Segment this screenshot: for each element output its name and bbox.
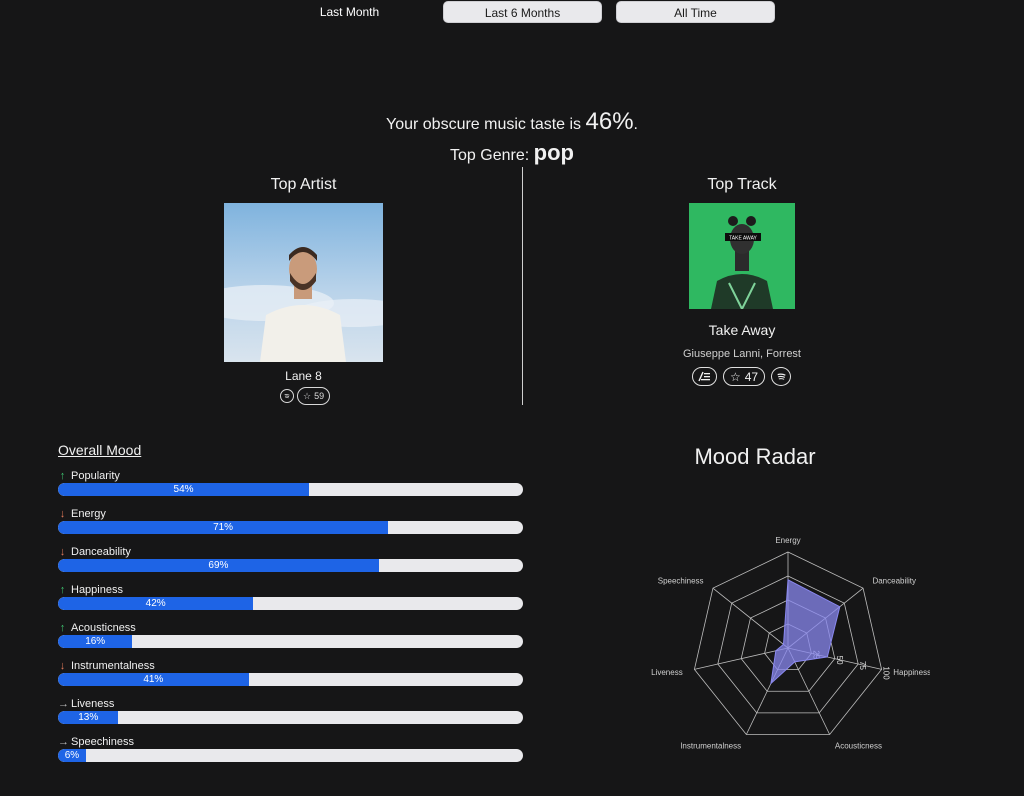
mood-bar: 13% bbox=[58, 711, 523, 724]
arrow-right-icon: → bbox=[58, 736, 69, 748]
tab-all-time[interactable]: All Time bbox=[616, 1, 775, 23]
mood-bar: 6% bbox=[58, 749, 523, 762]
mood-instrumentalness: ↓ Instrumentalness 41% bbox=[58, 659, 523, 686]
star-icon: ☆ bbox=[729, 369, 741, 384]
mood-bar: 16% bbox=[58, 635, 523, 648]
mood-label: Popularity bbox=[71, 470, 120, 482]
mood-happiness: ↑ Happiness 42% bbox=[58, 583, 523, 610]
mood-bar-fill: 41% bbox=[58, 673, 249, 686]
genre-value: pop bbox=[533, 140, 574, 165]
obscure-taste-text: Your obscure music taste is 46%. bbox=[0, 108, 1024, 136]
mood-energy: ↓ Energy 71% bbox=[58, 507, 523, 534]
arrow-up-icon: ↑ bbox=[59, 584, 66, 596]
star-icon: ☆ bbox=[303, 390, 312, 401]
mood-bar-fill: 6% bbox=[58, 749, 86, 762]
artist-popularity: 59 bbox=[314, 391, 325, 401]
arrow-down-icon: ↓ bbox=[59, 660, 66, 672]
obscure-prefix: Your obscure music taste is bbox=[386, 116, 586, 133]
tab-last-6-months[interactable]: Last 6 Months bbox=[443, 1, 602, 23]
mood-label: Happiness bbox=[71, 584, 123, 596]
mood-bar: 41% bbox=[58, 673, 523, 686]
overall-mood-title: Overall Mood bbox=[58, 442, 142, 458]
mood-bar: 54% bbox=[58, 483, 523, 496]
mood-label: Danceability bbox=[71, 546, 131, 558]
mood-label: Speechiness bbox=[71, 736, 134, 748]
section-divider bbox=[522, 167, 523, 405]
mood-bar: 69% bbox=[58, 559, 523, 572]
arrow-down-icon: ↓ bbox=[59, 546, 66, 558]
mood-bar-fill: 71% bbox=[58, 521, 389, 534]
radar-axis-label: Happiness bbox=[893, 668, 930, 677]
mood-popularity: ↑ Popularity 54% bbox=[58, 469, 523, 496]
obscure-percent: 46% bbox=[585, 108, 634, 135]
track-cover[interactable]: TAKE AWAY bbox=[689, 203, 795, 309]
top-track-title: Top Track bbox=[707, 176, 777, 193]
tab-last-month[interactable]: Last Month bbox=[270, 1, 429, 23]
spotify-icon[interactable] bbox=[771, 367, 791, 386]
mood-label: Energy bbox=[71, 508, 106, 520]
artist-name[interactable]: Lane 8 bbox=[224, 369, 383, 383]
mood-bar-fill: 69% bbox=[58, 559, 379, 572]
mood-bar-fill: 42% bbox=[58, 597, 254, 610]
track-popularity: 47 bbox=[744, 369, 759, 384]
mood-bar: 42% bbox=[58, 597, 523, 610]
top-artist-title: Top Artist bbox=[270, 176, 337, 193]
radar-axis-label: Danceability bbox=[872, 577, 916, 586]
obscure-suffix: . bbox=[633, 116, 638, 133]
mood-danceability: ↓ Danceability 69% bbox=[58, 545, 523, 572]
arrow-down-icon: ↓ bbox=[59, 508, 66, 520]
radar-scale-tick: 50 bbox=[835, 656, 844, 665]
arrow-up-icon: ↑ bbox=[59, 622, 66, 634]
mood-speechiness: → Speechiness 6% bbox=[58, 735, 523, 762]
mood-acousticness: ↑ Acousticness 16% bbox=[58, 621, 523, 648]
radar-axis-label: Instrumentalness bbox=[680, 741, 741, 750]
radar-data-polygon bbox=[770, 579, 841, 685]
mood-label: Acousticness bbox=[71, 622, 136, 634]
mood-bar: 71% bbox=[58, 521, 523, 534]
radar-axis-label: Liveness bbox=[651, 668, 683, 677]
spotify-icon[interactable] bbox=[280, 389, 294, 403]
mood-radar-title: Mood Radar bbox=[694, 444, 816, 469]
mood-bar-fill: 16% bbox=[58, 635, 133, 648]
arrow-right-icon: → bbox=[58, 698, 69, 710]
radar-spoke bbox=[712, 587, 789, 649]
lyrics-icon[interactable] bbox=[692, 367, 717, 386]
track-popularity-pill[interactable]: ☆ 47 bbox=[723, 367, 765, 386]
mood-liveness: → Liveness 13% bbox=[58, 697, 523, 724]
radar-scale-tick: 100 bbox=[882, 666, 891, 680]
radar-axis-label: Acousticness bbox=[835, 741, 882, 750]
mood-label: Liveness bbox=[71, 698, 115, 710]
track-name[interactable]: Take Away bbox=[622, 322, 862, 338]
genre-prefix: Top Genre: bbox=[450, 147, 534, 164]
track-artists: Giuseppe Lanni, Forrest bbox=[682, 348, 801, 360]
top-genre: Top Genre: pop bbox=[0, 140, 1024, 166]
mood-bar-fill: 54% bbox=[58, 483, 310, 496]
track-actions: ☆ 47 bbox=[692, 367, 791, 386]
radar-scale-tick: 75 bbox=[858, 661, 867, 670]
mood-radar-chart: 255075100 EnergyDanceabilityHappinessAco… bbox=[651, 536, 930, 750]
mood-label: Instrumentalness bbox=[71, 660, 155, 672]
mood-bar-fill: 13% bbox=[58, 711, 119, 724]
radar-axis-label: Speechiness bbox=[658, 577, 704, 586]
arrow-up-icon: ↑ bbox=[59, 470, 66, 482]
artist-actions: ☆ 59 bbox=[280, 387, 331, 405]
artist-popularity-pill[interactable]: ☆ 59 bbox=[297, 387, 331, 405]
cover-text: TAKE AWAY bbox=[729, 236, 757, 242]
artist-image[interactable] bbox=[224, 203, 383, 362]
radar-axis-label: Energy bbox=[775, 536, 800, 545]
